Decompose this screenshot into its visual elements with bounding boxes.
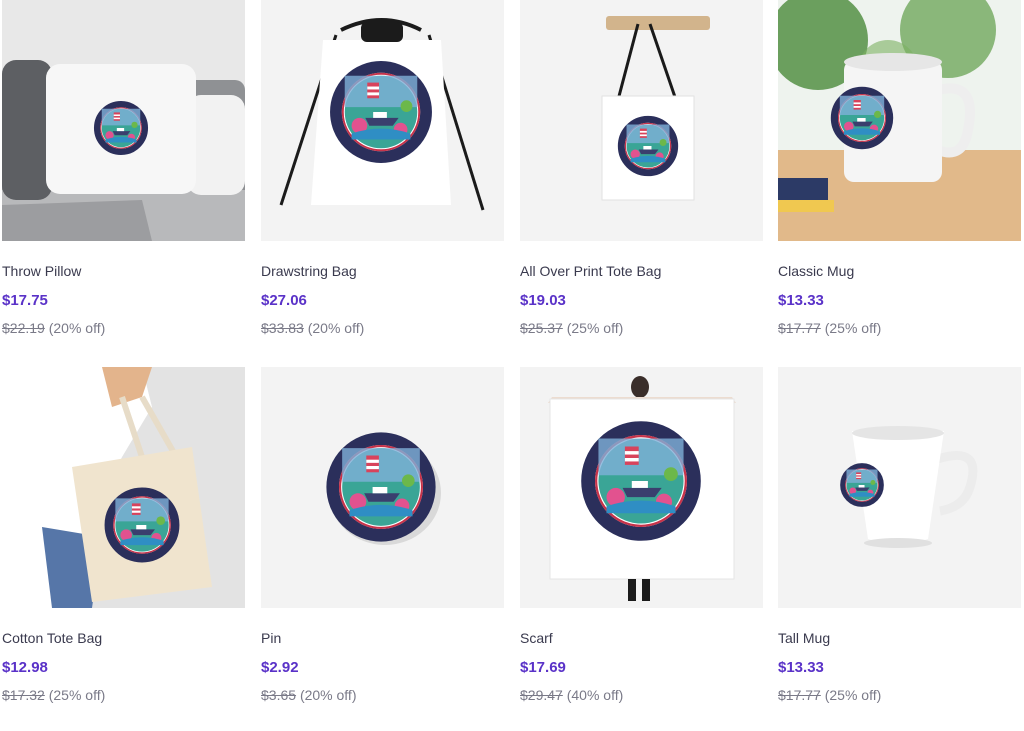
discount-label: (25% off) bbox=[48, 687, 106, 703]
original-price: $17.32 bbox=[2, 687, 45, 703]
product-title[interactable]: Drawstring Bag bbox=[261, 263, 504, 280]
product-card-pin[interactable]: Pin $2.92 $3.65 (20% off) bbox=[261, 367, 504, 704]
tall-mug-image[interactable] bbox=[778, 367, 1021, 608]
original-price: $22.19 bbox=[2, 320, 45, 336]
product-card-cotton-tote[interactable]: Cotton Tote Bag $12.98 $17.32 (25% off) bbox=[2, 367, 245, 704]
product-card-tall-mug[interactable]: Tall Mug $13.33 $17.77 (25% off) bbox=[778, 367, 1021, 704]
product-title[interactable]: Throw Pillow bbox=[2, 263, 245, 280]
product-card-classic-mug[interactable]: Classic Mug $13.33 $17.77 (25% off) bbox=[778, 0, 1021, 337]
original-price: $3.65 bbox=[261, 687, 297, 703]
product-price: $12.98 bbox=[2, 659, 48, 676]
original-price-row: $17.32 (25% off) bbox=[2, 687, 245, 704]
discount-label: (25% off) bbox=[566, 320, 624, 336]
discount-label: (40% off) bbox=[566, 687, 624, 703]
discount-label: (20% off) bbox=[299, 687, 357, 703]
original-price: $33.83 bbox=[261, 320, 304, 336]
product-title[interactable]: Cotton Tote Bag bbox=[2, 630, 245, 647]
product-price: $13.33 bbox=[778, 292, 824, 309]
original-price: $25.37 bbox=[520, 320, 563, 336]
product-price: $17.75 bbox=[2, 292, 48, 309]
cotton-tote-image[interactable] bbox=[2, 367, 245, 608]
original-price: $17.77 bbox=[778, 687, 821, 703]
product-grid: Throw Pillow $17.75 $22.19 (20% off) Dra… bbox=[0, 0, 1024, 731]
original-price-row: $29.47 (40% off) bbox=[520, 687, 763, 704]
tote-bag-image[interactable] bbox=[520, 0, 763, 241]
product-price: $27.06 bbox=[261, 292, 307, 309]
product-title[interactable]: Pin bbox=[261, 630, 504, 647]
original-price-row: $17.77 (25% off) bbox=[778, 320, 1021, 337]
product-card-tote-bag[interactable]: All Over Print Tote Bag $19.03 $25.37 (2… bbox=[520, 0, 763, 337]
throw-pillow-image[interactable] bbox=[2, 0, 245, 241]
product-price: $17.69 bbox=[520, 659, 566, 676]
drawstring-bag-image[interactable] bbox=[261, 0, 504, 241]
product-card-throw-pillow[interactable]: Throw Pillow $17.75 $22.19 (20% off) bbox=[2, 0, 245, 337]
original-price: $29.47 bbox=[520, 687, 563, 703]
original-price-row: $17.77 (25% off) bbox=[778, 687, 1021, 704]
discount-label: (20% off) bbox=[307, 320, 365, 336]
product-title[interactable]: Classic Mug bbox=[778, 263, 1021, 280]
product-title[interactable]: All Over Print Tote Bag bbox=[520, 263, 763, 280]
discount-label: (25% off) bbox=[824, 687, 882, 703]
classic-mug-image[interactable] bbox=[778, 0, 1021, 241]
product-price: $19.03 bbox=[520, 292, 566, 309]
product-price: $13.33 bbox=[778, 659, 824, 676]
pin-image[interactable] bbox=[261, 367, 504, 608]
original-price-row: $3.65 (20% off) bbox=[261, 687, 504, 704]
product-title[interactable]: Scarf bbox=[520, 630, 763, 647]
original-price-row: $22.19 (20% off) bbox=[2, 320, 245, 337]
discount-label: (25% off) bbox=[824, 320, 882, 336]
discount-label: (20% off) bbox=[48, 320, 106, 336]
product-card-drawstring-bag[interactable]: Drawstring Bag $27.06 $33.83 (20% off) bbox=[261, 0, 504, 337]
product-card-scarf[interactable]: Scarf $17.69 $29.47 (40% off) bbox=[520, 367, 763, 704]
original-price-row: $25.37 (25% off) bbox=[520, 320, 763, 337]
original-price-row: $33.83 (20% off) bbox=[261, 320, 504, 337]
product-title[interactable]: Tall Mug bbox=[778, 630, 1021, 647]
product-price: $2.92 bbox=[261, 659, 299, 676]
original-price: $17.77 bbox=[778, 320, 821, 336]
scarf-image[interactable] bbox=[520, 367, 763, 608]
